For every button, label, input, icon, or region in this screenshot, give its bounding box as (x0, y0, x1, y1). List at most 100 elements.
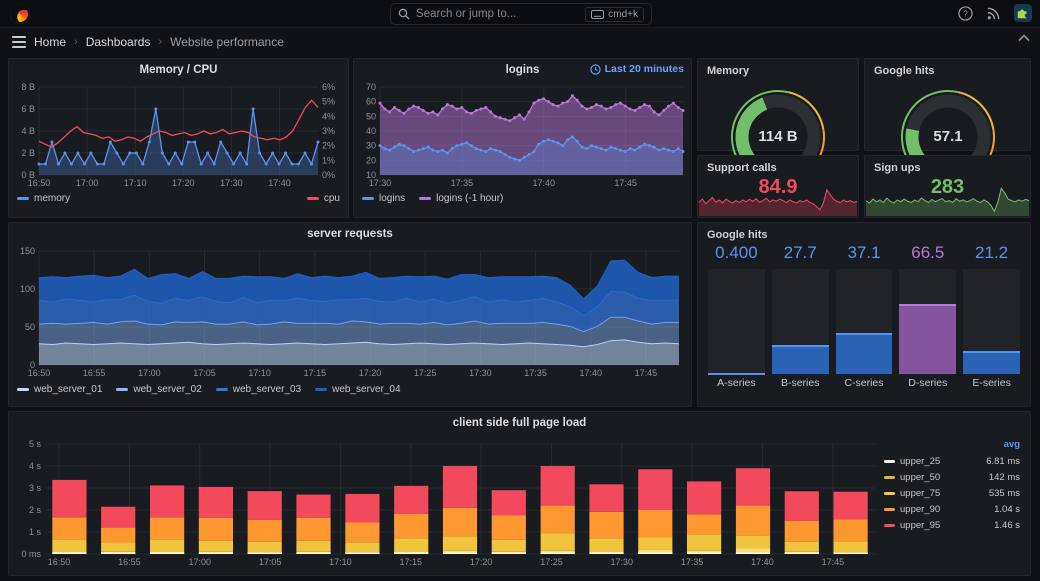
svg-text:5%: 5% (322, 97, 335, 107)
help-icon[interactable]: ? (958, 5, 973, 21)
svg-text:17:10: 17:10 (124, 178, 147, 188)
legend-item-web-server-03[interactable]: web_server_03 (215, 384, 301, 395)
legend-item-logins[interactable]: logins (362, 193, 405, 204)
bar-gauge-track (963, 269, 1020, 374)
google-hits-gauge[interactable]: 57.1 (878, 77, 1018, 171)
panel-title[interactable]: server requests (9, 223, 691, 245)
svg-text:16:55: 16:55 (83, 368, 106, 378)
svg-text:17:15: 17:15 (304, 368, 327, 378)
legend-item-upper-95[interactable]: upper_95 1.46 s (882, 517, 1022, 533)
panel-google-gauge: Google hits 57.1 (864, 58, 1031, 171)
svg-text:17:40: 17:40 (751, 557, 774, 567)
svg-text:1 s: 1 s (29, 527, 42, 537)
legend-item-upper-50[interactable]: upper_50 142 ms (882, 469, 1022, 485)
svg-text:17:40: 17:40 (268, 178, 291, 188)
svg-text:17:00: 17:00 (76, 178, 99, 188)
chevron-up-icon[interactable] (1018, 34, 1030, 42)
panel-support-calls: Support calls 84.9 (697, 155, 859, 218)
panel-page-load: client side full page load 16:50 16:55 17:… (8, 411, 1031, 576)
bar-gauge-c-series[interactable]: 37.1 C-series (835, 243, 893, 392)
bar-gauge-track (771, 269, 829, 374)
bar-gauge-value: 66.5 (911, 243, 945, 262)
panel-title[interactable]: Memory (698, 59, 858, 77)
svg-text:17:45: 17:45 (822, 557, 845, 567)
svg-text:17:35: 17:35 (451, 178, 474, 188)
search-input[interactable]: Search or jump to... cmd+k (390, 3, 652, 25)
breadcrumb-page-title: Website performance (170, 35, 284, 49)
svg-text:17:10: 17:10 (329, 557, 352, 567)
support-calls-value: 84.9 (758, 176, 798, 198)
svg-text:17:25: 17:25 (414, 368, 437, 378)
svg-text:17:00: 17:00 (138, 368, 161, 378)
panel-title[interactable]: Google hits (865, 59, 1030, 77)
svg-text:17:15: 17:15 (400, 557, 423, 567)
menu-icon[interactable] (12, 36, 26, 48)
svg-text:10: 10 (366, 170, 376, 180)
legend-item-upper-25[interactable]: upper_25 6.81 ms (882, 453, 1022, 469)
page-load-chart[interactable]: 16:50 16:55 17:00 17:05 17:10 17:15 17:20 17:25… (9, 434, 881, 572)
time-range-button[interactable]: Last 20 minutes (589, 63, 684, 75)
grafana-logo[interactable] (7, 1, 33, 27)
logins-chart[interactable]: 17:30 17:35 17:40 17:4510203040506070 (354, 81, 691, 191)
legend-item-upper-90[interactable]: upper_90 1.04 s (882, 501, 1022, 517)
bar-gauge-value: 37.1 (847, 243, 881, 262)
panel-title[interactable]: Memory / CPU (9, 59, 348, 81)
svg-text:114 B: 114 B (758, 128, 797, 145)
bar-gauge-label: B-series (780, 377, 820, 389)
svg-text:57.1: 57.1 (933, 128, 962, 145)
legend-item-cpu[interactable]: cpu (306, 193, 340, 204)
panel-title[interactable]: client side full page load (9, 412, 1030, 434)
panel-sign-ups: Sign ups 283 (864, 155, 1031, 218)
avatar[interactable] (1014, 4, 1032, 22)
svg-text:60: 60 (366, 97, 376, 107)
svg-text:17:35: 17:35 (681, 557, 704, 567)
bar-gauge-b-series[interactable]: 27.7 B-series (771, 243, 829, 392)
server-requests-chart[interactable]: 16:50 16:55 17:00 17:05 17:10 17:15 17:20 17:25… (9, 245, 691, 382)
legend-item-web-server-02[interactable]: web_server_02 (116, 384, 202, 395)
breadcrumb-home[interactable]: Home (34, 35, 66, 49)
svg-text:17:20: 17:20 (172, 178, 195, 188)
bar-gauge-label: C-series (844, 377, 884, 389)
clock-icon (589, 63, 601, 75)
svg-text:4 B: 4 B (21, 126, 35, 136)
svg-text:20: 20 (366, 155, 376, 165)
puzzle-icon (1017, 9, 1027, 19)
search-placeholder: Search or jump to... (416, 8, 517, 20)
memory-gauge[interactable]: 114 B (708, 77, 848, 171)
svg-text:17:45: 17:45 (635, 368, 658, 378)
bar-gauge-track (835, 269, 893, 374)
panel-title[interactable]: Sign ups (865, 156, 1030, 174)
panel-title[interactable]: Google hits (698, 223, 1030, 241)
svg-text:1%: 1% (322, 155, 335, 165)
breadcrumb-separator: › (74, 36, 78, 48)
svg-text:17:35: 17:35 (524, 368, 547, 378)
news-icon[interactable] (986, 6, 1001, 21)
legend-item-upper-75[interactable]: upper_75 535 ms (882, 485, 1022, 501)
panel-memory-cpu: Memory / CPU 16:50 17:00 17:10 17:20 17:30 17… (8, 58, 349, 218)
svg-text:2%: 2% (322, 141, 335, 151)
svg-text:17:25: 17:25 (540, 557, 563, 567)
svg-text:?: ? (963, 8, 968, 18)
bar-gauge-e-series[interactable]: 21.2 E-series (963, 243, 1020, 392)
svg-text:2 s: 2 s (29, 505, 42, 515)
legend-item-memory[interactable]: memory (17, 193, 70, 204)
panel-memory-gauge: Memory 114 B (697, 58, 859, 171)
legend-item-logins-1hour[interactable]: logins (-1 hour) (419, 193, 503, 204)
breadcrumb-dashboards[interactable]: Dashboards (86, 35, 151, 49)
bar-gauge-label: D-series (908, 377, 948, 389)
svg-text:0%: 0% (322, 170, 335, 180)
svg-text:0 B: 0 B (21, 170, 35, 180)
shortcut-badge: cmd+k (585, 6, 644, 22)
svg-text:50: 50 (366, 111, 376, 121)
svg-text:2 B: 2 B (21, 148, 35, 158)
svg-text:0 ms: 0 ms (21, 549, 41, 559)
memory-cpu-chart[interactable]: 16:50 17:00 17:10 17:20 17:30 17:400 B2 B4 B6… (9, 81, 348, 191)
legend-avg-header[interactable]: avg (882, 438, 1022, 453)
legend-item-web-server-04[interactable]: web_server_04 (315, 384, 401, 395)
bar-gauge-d-series[interactable]: 66.5 D-series (899, 243, 957, 392)
legend-item-web-server-01[interactable]: web_server_01 (17, 384, 102, 395)
panel-title[interactable]: Support calls (698, 156, 858, 174)
bar-gauge-a-series[interactable]: 0.400 A-series (708, 243, 765, 392)
svg-text:17:10: 17:10 (248, 368, 271, 378)
svg-text:8 B: 8 B (21, 82, 35, 92)
